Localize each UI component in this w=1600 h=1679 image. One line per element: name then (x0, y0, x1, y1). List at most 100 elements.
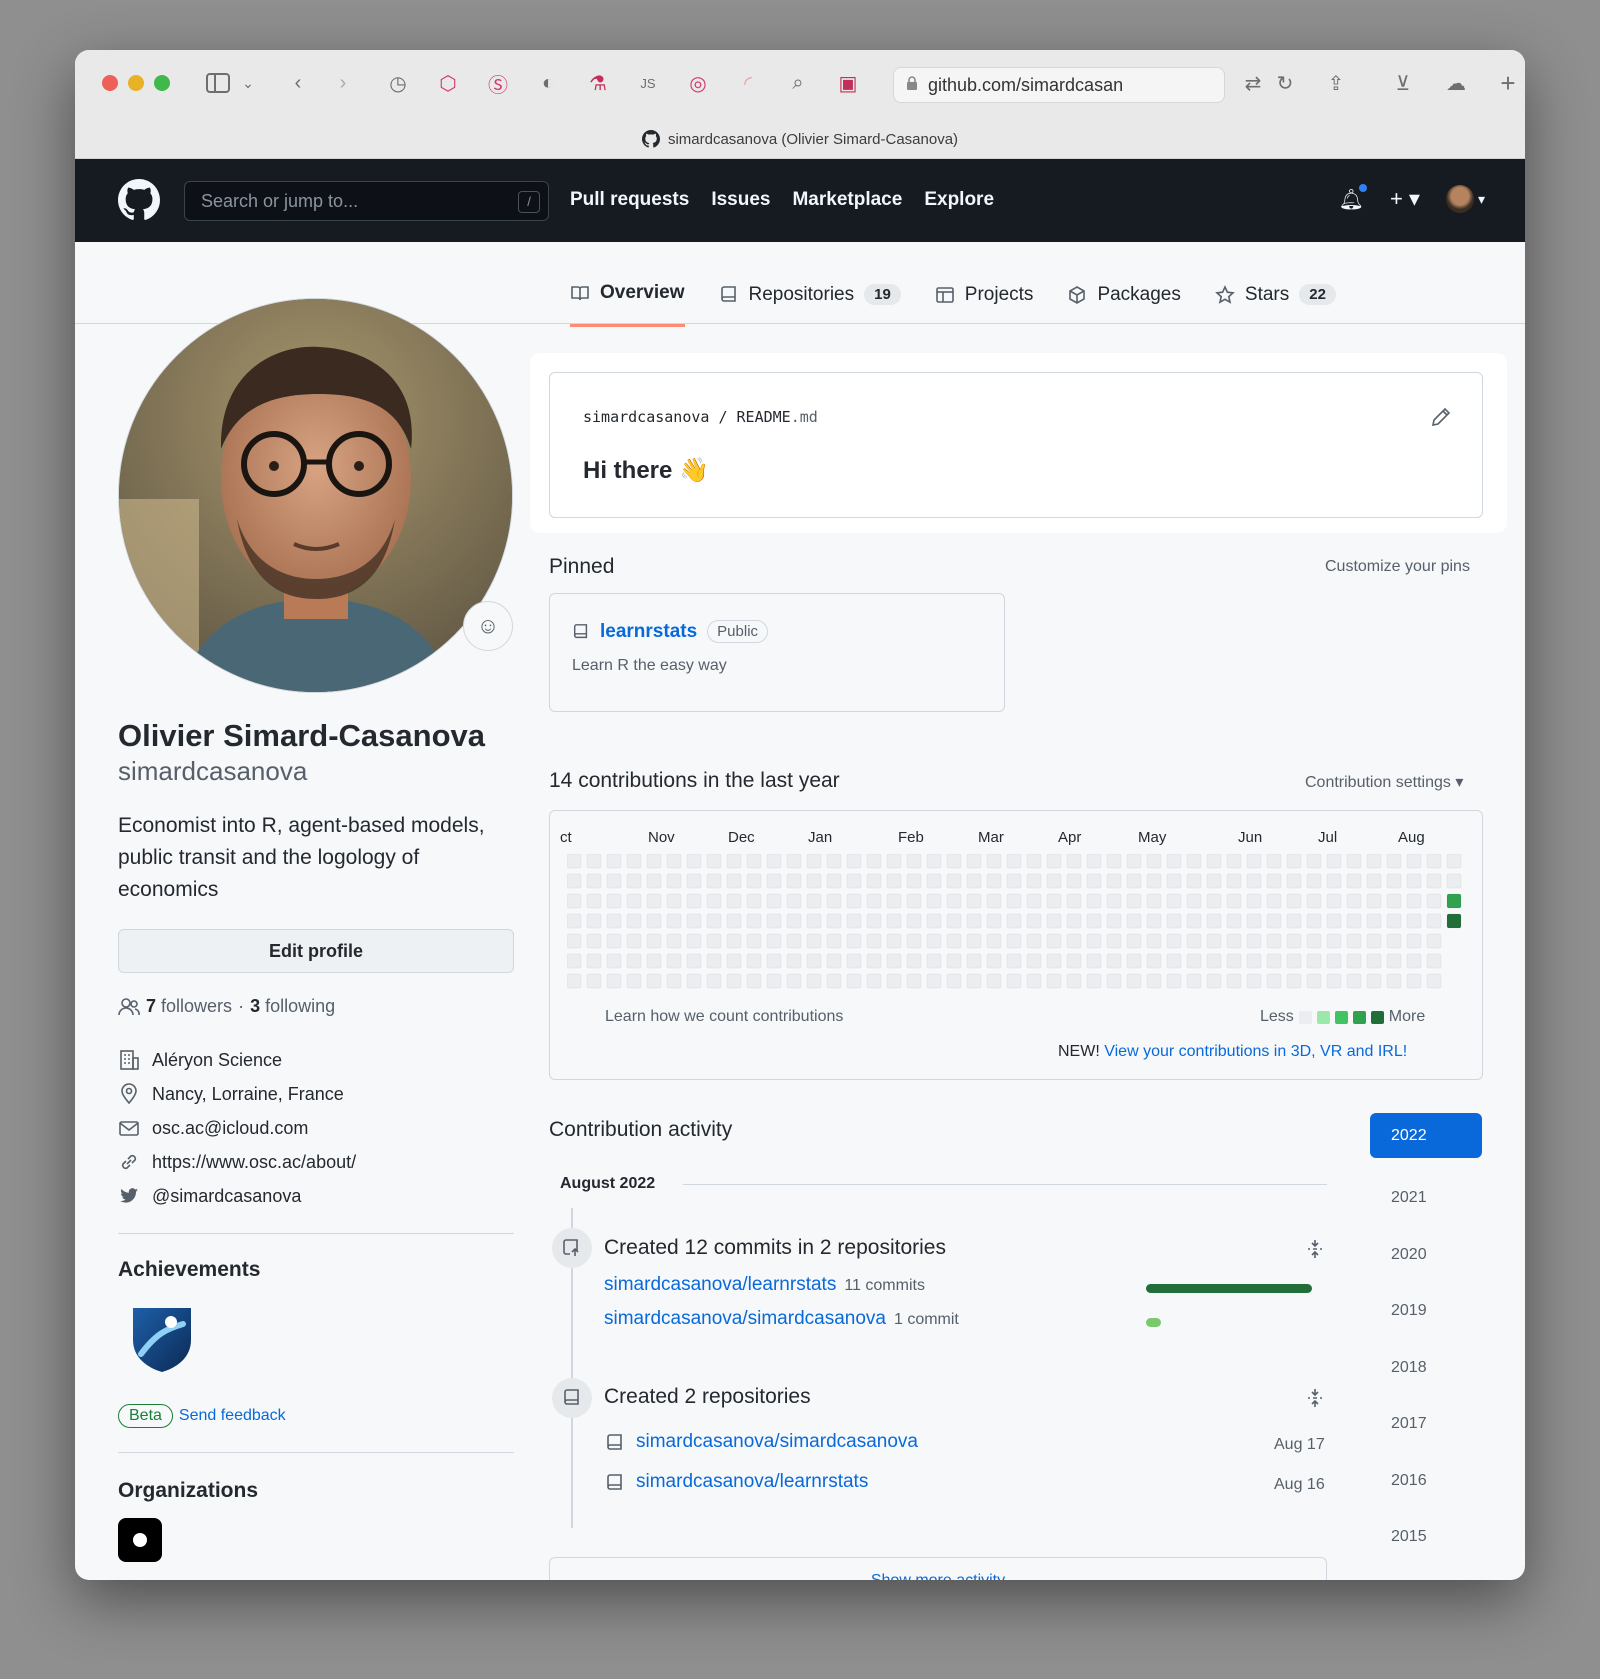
created-repo-link[interactable]: simardcasanova/simardcasanova (636, 1431, 918, 1453)
contribution-day[interactable] (846, 933, 862, 949)
contribution-day[interactable] (1306, 873, 1322, 889)
contribution-day[interactable] (646, 973, 662, 989)
contribution-day[interactable] (946, 953, 962, 969)
contribution-day[interactable] (726, 933, 742, 949)
contribution-day[interactable] (966, 913, 982, 929)
contribution-day[interactable] (1346, 873, 1362, 889)
contribution-day[interactable] (1026, 933, 1042, 949)
contribution-day[interactable] (586, 873, 602, 889)
contribution-day[interactable] (1146, 913, 1162, 929)
contribution-day[interactable] (1286, 854, 1302, 869)
contribution-day[interactable] (1306, 953, 1322, 969)
contribution-day[interactable] (1446, 854, 1462, 869)
contribution-day[interactable] (586, 913, 602, 929)
contribution-day[interactable] (1246, 973, 1262, 989)
contribution-day[interactable] (1286, 973, 1302, 989)
contribution-day[interactable] (1266, 854, 1282, 869)
contribution-day[interactable] (1106, 973, 1122, 989)
contribution-day[interactable] (1346, 973, 1362, 989)
contribution-day[interactable] (1206, 933, 1222, 949)
contribution-day[interactable] (586, 933, 602, 949)
contribution-day[interactable] (1286, 953, 1302, 969)
contribution-day[interactable] (926, 913, 942, 929)
contribution-day[interactable] (1186, 973, 1202, 989)
contribution-day[interactable] (1146, 893, 1162, 909)
contribution-day[interactable] (1206, 953, 1222, 969)
set-status-button[interactable]: ☺ (463, 601, 513, 651)
contribution-day[interactable] (646, 873, 662, 889)
contribution-day[interactable] (746, 893, 762, 909)
contribution-day[interactable] (1266, 873, 1282, 889)
contribution-day[interactable] (1346, 933, 1362, 949)
contribution-day[interactable] (986, 933, 1002, 949)
contribution-day[interactable] (1186, 893, 1202, 909)
contribution-day[interactable] (1326, 913, 1342, 929)
contribution-day[interactable] (1286, 913, 1302, 929)
edit-profile-button[interactable]: Edit profile (118, 929, 514, 973)
downloads-icon[interactable]: ⊻ (1390, 70, 1416, 96)
contribution-day[interactable] (686, 873, 702, 889)
zoom-window-button[interactable] (154, 75, 170, 91)
user-menu[interactable]: ▾ (1445, 185, 1485, 213)
contribution-day[interactable] (686, 913, 702, 929)
contribution-day[interactable] (1226, 893, 1242, 909)
contribution-day[interactable] (966, 953, 982, 969)
contribution-day[interactable] (567, 933, 582, 949)
contribution-day[interactable] (946, 913, 962, 929)
contribution-day[interactable] (1246, 854, 1262, 869)
contribution-day[interactable] (726, 913, 742, 929)
contribution-day[interactable] (1426, 854, 1442, 869)
contribution-day[interactable] (1366, 953, 1382, 969)
nav-marketplace[interactable]: Marketplace (792, 189, 902, 211)
contribution-day[interactable] (646, 933, 662, 949)
show-more-activity-button[interactable]: Show more activity (549, 1557, 1327, 1580)
reload-icon[interactable]: ↻ (1272, 70, 1298, 96)
contribution-day[interactable] (1066, 973, 1082, 989)
contribution-day[interactable] (806, 953, 822, 969)
contribution-day[interactable] (866, 873, 882, 889)
contribution-day[interactable] (1326, 854, 1342, 869)
contribution-day[interactable] (826, 933, 842, 949)
contribution-day[interactable] (666, 933, 682, 949)
contribution-day[interactable] (1186, 854, 1202, 869)
contribution-day[interactable] (766, 873, 782, 889)
contribution-day[interactable] (1166, 973, 1182, 989)
contribution-day[interactable] (1106, 913, 1122, 929)
nav-explore[interactable]: Explore (924, 189, 994, 211)
contribution-day[interactable] (806, 973, 822, 989)
contribution-day[interactable] (1206, 873, 1222, 889)
contribution-day[interactable] (866, 893, 882, 909)
commit-repo-link[interactable]: simardcasanova/simardcasanova (604, 1308, 886, 1329)
contribution-day[interactable] (586, 973, 602, 989)
contribution-day[interactable] (626, 973, 642, 989)
contribution-day[interactable] (1246, 873, 1262, 889)
contribution-day[interactable] (586, 893, 602, 909)
tab-repositories[interactable]: Repositories 19 (719, 282, 901, 327)
contribution-day[interactable] (1146, 854, 1162, 869)
contribution-day[interactable] (746, 973, 762, 989)
contribution-day[interactable] (606, 953, 622, 969)
contribution-day[interactable] (926, 873, 942, 889)
flask-icon[interactable]: ⚗ (585, 70, 611, 96)
contribution-day[interactable] (1106, 854, 1122, 869)
contribution-day[interactable] (1066, 953, 1082, 969)
contribution-day[interactable] (1186, 953, 1202, 969)
contribution-day[interactable] (666, 913, 682, 929)
contribution-day[interactable] (846, 893, 862, 909)
contribution-day[interactable] (826, 953, 842, 969)
contribution-day[interactable] (886, 854, 902, 869)
nav-issues[interactable]: Issues (711, 189, 770, 211)
contribution-day[interactable] (1206, 973, 1222, 989)
contribution-day[interactable] (786, 973, 802, 989)
contribution-day[interactable] (606, 854, 622, 869)
rss-icon[interactable]: ◜ (735, 70, 761, 96)
contribution-day[interactable] (1106, 893, 1122, 909)
contribution-day[interactable] (1366, 973, 1382, 989)
contribution-day[interactable] (1006, 913, 1022, 929)
contribution-day[interactable] (1306, 893, 1322, 909)
contribution-day[interactable] (1266, 893, 1282, 909)
contribution-day[interactable] (886, 893, 902, 909)
contribution-day[interactable] (806, 913, 822, 929)
contribution-day[interactable] (1146, 973, 1162, 989)
contribution-day[interactable] (1006, 933, 1022, 949)
